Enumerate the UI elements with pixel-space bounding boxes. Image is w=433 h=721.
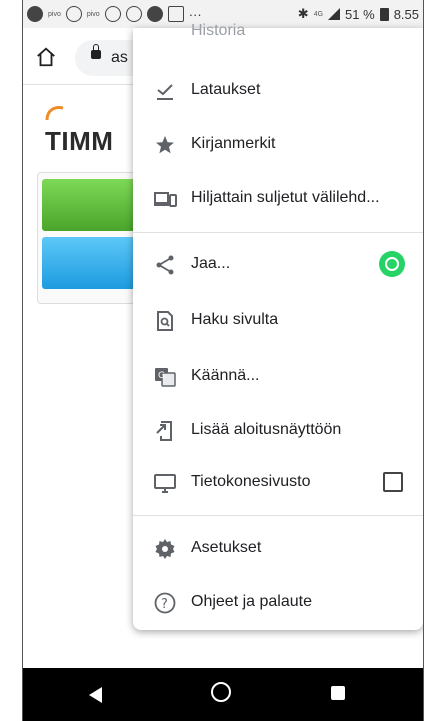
pivo-icon <box>65 6 82 22</box>
find-in-page-icon <box>157 311 173 331</box>
logo-swoosh-icon <box>45 106 64 121</box>
pivo-icon-3 <box>125 6 142 22</box>
gear-icon <box>155 539 175 559</box>
share-icon <box>156 255 174 275</box>
menu-item-label: Ohjeet ja palaute <box>191 593 312 610</box>
home-icon[interactable] <box>35 46 57 68</box>
recents-icon[interactable] <box>331 686 345 700</box>
pivo-label-2: pivo <box>86 10 100 18</box>
logo-text: TIMM <box>45 126 114 156</box>
status-right: ✱ 4G 51 % 8.55 <box>298 6 423 22</box>
more-notifications: ··· <box>188 6 202 22</box>
overflow-menu: Historia Lataukset Kirjanmerkit Hiljatta… <box>133 22 423 630</box>
desktop-site-checkbox[interactable] <box>383 472 403 492</box>
devices-icon <box>154 192 177 207</box>
whatsapp-icon[interactable] <box>379 251 405 277</box>
home-circle-icon[interactable] <box>211 682 231 702</box>
back-icon[interactable] <box>89 687 102 703</box>
menu-item-label: Kirjanmerkit <box>191 135 276 152</box>
android-nav-bar <box>23 668 423 721</box>
menu-item-recent-tabs[interactable]: Hiljattain suljetut välilehd... <box>133 172 423 226</box>
phone-screen: pivo pivo ··· ✱ 4G 51 % 8.55 as TIMM His… <box>22 0 424 721</box>
menu-item-label: Jaa... <box>191 255 231 272</box>
notification-icon <box>27 6 43 22</box>
menu-divider <box>133 232 423 233</box>
menu-item-settings[interactable]: Asetukset <box>133 522 423 576</box>
menu-item-help[interactable]: ? Ohjeet ja palaute <box>133 576 423 630</box>
menu-divider <box>133 515 423 516</box>
menu-item-label: Hiljattain suljetut välilehd... <box>191 189 380 206</box>
signal-icon <box>328 8 341 20</box>
menu-item-label: Tietokonesivusto <box>191 473 311 490</box>
menu-item-downloads[interactable]: Lataukset <box>133 64 423 118</box>
menu-item-desktop-site[interactable]: Tietokonesivusto <box>133 456 423 510</box>
url-text: as <box>111 49 128 66</box>
svg-text:G: G <box>158 371 165 381</box>
download-status-icon <box>167 6 184 22</box>
menu-item-label: Lataukset <box>191 81 261 98</box>
help-icon: ? <box>154 592 176 614</box>
desktop-icon <box>154 474 176 493</box>
bluetooth-icon: ✱ <box>297 6 309 21</box>
clock: 8.55 <box>393 6 419 22</box>
network-type: 4G <box>313 10 324 18</box>
menu-item-find-in-page[interactable]: Haku sivulta <box>133 294 423 348</box>
star-icon <box>156 136 174 154</box>
menu-item-bookmarks[interactable]: Kirjanmerkit <box>133 118 423 172</box>
menu-item-add-to-home[interactable]: Lisää aloitusnäyttöön <box>133 404 423 458</box>
menu-item-label: Haku sivulta <box>191 311 279 328</box>
menu-item-history-cut[interactable]: Historia <box>191 22 245 40</box>
battery-percent: 51 % <box>345 6 375 22</box>
download-check-icon <box>157 84 173 100</box>
menu-item-label: Asetukset <box>191 539 262 556</box>
menu-item-share[interactable]: Jaa... <box>133 238 423 292</box>
translate-icon: G <box>155 368 176 387</box>
menu-item-translate[interactable]: G Käännä... <box>133 350 423 404</box>
add-to-home-icon <box>156 421 172 441</box>
status-left: pivo pivo ··· <box>23 6 202 22</box>
menu-item-label: Käännä... <box>191 367 260 384</box>
pivo-icon-2 <box>104 6 121 22</box>
battery-icon <box>379 7 389 21</box>
facebook-icon <box>146 6 163 22</box>
svg-text:?: ? <box>161 597 168 612</box>
menu-item-label: Lisää aloitusnäyttöön <box>191 421 342 438</box>
pivo-label: pivo <box>48 10 61 18</box>
lock-icon <box>91 44 101 59</box>
